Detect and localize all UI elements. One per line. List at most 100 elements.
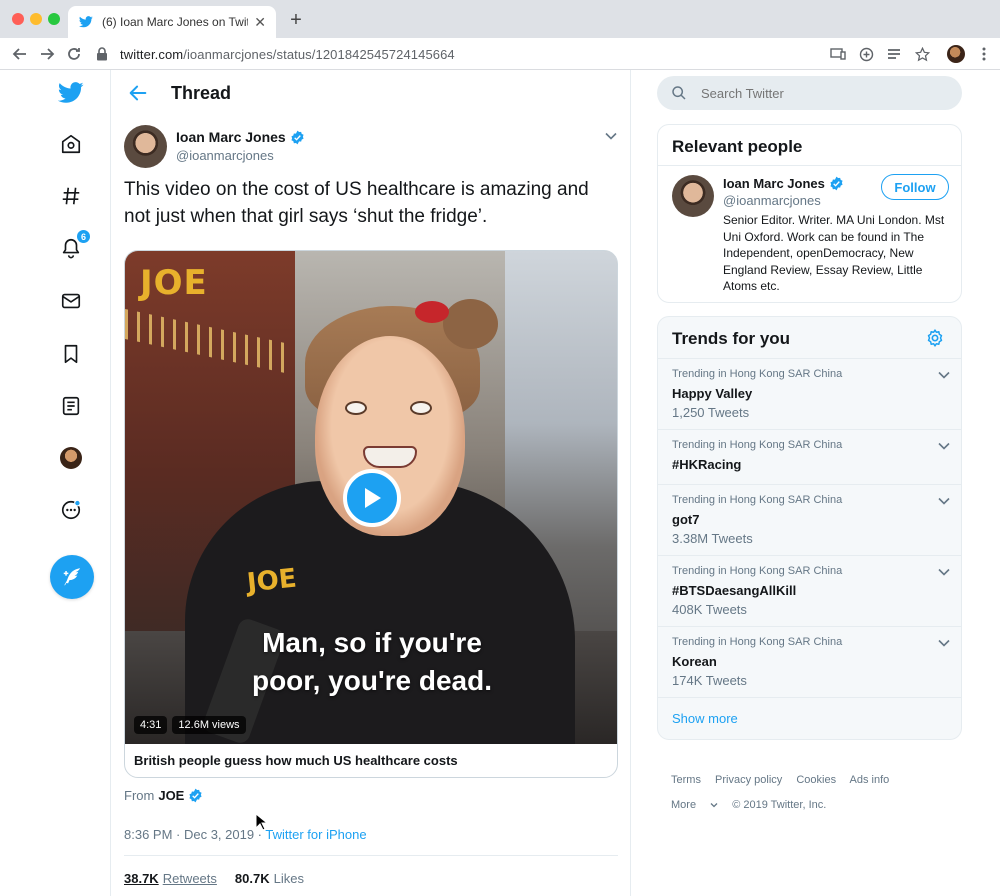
trend-context: Trending in Hong Kong SAR China xyxy=(672,565,843,577)
twitter-logo-icon[interactable] xyxy=(54,76,88,110)
video-meta: 4:31 12.6M views xyxy=(134,716,246,734)
chevron-down-icon[interactable] xyxy=(937,636,951,650)
feather-icon xyxy=(63,568,81,586)
divider xyxy=(124,855,618,856)
reading-list-icon[interactable] xyxy=(884,44,904,64)
author-handle[interactable]: @ioanmarcjones xyxy=(176,148,274,163)
footer-more-label: More xyxy=(671,799,697,811)
retweets-label: Retweets xyxy=(162,871,217,886)
divider xyxy=(658,165,961,166)
trend-context: Trending in Hong Kong SAR China xyxy=(672,368,843,380)
url-host: twitter.com xyxy=(120,46,184,62)
from-source-link[interactable]: JOE xyxy=(158,788,184,803)
footer-more-menu[interactable]: More xyxy=(671,799,718,811)
footer-terms-link[interactable]: Terms xyxy=(671,774,701,786)
video-source: From JOE xyxy=(124,788,203,803)
chevron-down-icon[interactable] xyxy=(937,565,951,579)
notifications-badge: 6 xyxy=(76,229,91,244)
tweet-author: Ioan Marc Jones @ioanmarcjones xyxy=(124,125,618,169)
profile-avatar[interactable] xyxy=(54,441,88,475)
trend-context: Trending in Hong Kong SAR China xyxy=(672,439,843,451)
video-views: 12.6M views xyxy=(172,716,246,734)
trend-item[interactable]: Trending in Hong Kong SAR China #HKRacin… xyxy=(658,429,961,484)
tweet-stats: 38.7K Retweets 80.7K Likes xyxy=(124,871,304,886)
tweet-text: This video on the cost of US healthcare … xyxy=(124,179,589,227)
trend-count: 3.38M Tweets xyxy=(672,531,753,546)
trends-title: Trends for you xyxy=(672,329,791,348)
trend-item[interactable]: Trending in Hong Kong SAR China #BTSDaes… xyxy=(658,555,961,626)
video-card[interactable]: JOE JOE Man, so if you're poor, you're d… xyxy=(124,250,618,778)
chevron-down-icon xyxy=(710,803,718,808)
coat-logo: JOE xyxy=(245,563,298,599)
from-label: From xyxy=(124,788,155,803)
trend-item[interactable]: Trending in Hong Kong SAR China Happy Va… xyxy=(658,358,961,429)
more-options-icon[interactable] xyxy=(54,493,88,527)
chevron-down-icon[interactable] xyxy=(604,129,618,143)
explore-hashtag-icon[interactable] xyxy=(54,179,88,213)
likes-stat[interactable]: 80.7K Likes xyxy=(235,871,304,886)
footer-privacy-link[interactable]: Privacy policy xyxy=(715,774,782,786)
browser-forward-icon[interactable] xyxy=(37,44,57,64)
window-zoom-button[interactable] xyxy=(48,13,60,25)
trend-count: 1,250 Tweets xyxy=(672,405,750,420)
new-tab-button[interactable]: + xyxy=(286,9,306,32)
play-button[interactable] xyxy=(343,469,401,527)
trend-name: #BTSDaesangAllKill xyxy=(672,583,797,598)
bookmarks-icon[interactable] xyxy=(54,337,88,371)
gear-icon[interactable] xyxy=(925,328,945,348)
browser-tab[interactable]: (6) Ioan Marc Jones on Twitter: "T ✕ xyxy=(68,6,276,38)
trends-panel: Trends for you Trending in Hong Kong SAR… xyxy=(657,316,962,740)
tweet-timestamp[interactable]: 8:36 PM · Dec 3, 2019 · xyxy=(124,827,262,842)
video-duration: 4:31 xyxy=(134,716,168,734)
relevant-handle[interactable]: @ioanmarcjones xyxy=(723,193,821,208)
verified-badge-icon xyxy=(189,788,202,803)
back-arrow-icon[interactable] xyxy=(127,82,149,104)
notifications-bell-icon[interactable]: 6 xyxy=(54,229,91,265)
browser-reload-icon[interactable] xyxy=(64,44,84,64)
footer-ads-link[interactable]: Ads info xyxy=(850,774,890,786)
show-more-link[interactable]: Show more xyxy=(672,711,738,726)
retweets-stat[interactable]: 38.7K Retweets xyxy=(124,871,217,886)
window-minimize-button[interactable] xyxy=(30,13,42,25)
tab-close-icon[interactable]: ✕ xyxy=(254,14,266,31)
video-title[interactable]: British people guess how much US healthc… xyxy=(134,753,458,768)
footer-copyright: © 2019 Twitter, Inc. xyxy=(732,799,827,811)
messages-envelope-icon[interactable] xyxy=(54,284,88,318)
add-extension-icon[interactable] xyxy=(856,44,876,64)
lists-icon[interactable] xyxy=(54,389,88,423)
trend-name: Happy Valley xyxy=(672,386,753,401)
browser-back-icon[interactable] xyxy=(10,44,30,64)
home-icon[interactable] xyxy=(54,127,88,161)
window-close-button[interactable] xyxy=(12,13,24,25)
address-bar[interactable]: twitter.com/ioanmarcjones/status/1201842… xyxy=(96,41,816,67)
compose-tweet-button[interactable] xyxy=(50,555,94,599)
search-box[interactable] xyxy=(657,76,962,110)
author-name-row[interactable]: Ioan Marc Jones xyxy=(176,129,305,145)
video-player[interactable]: JOE JOE Man, so if you're poor, you're d… xyxy=(125,251,617,744)
footer: Terms Privacy policy Cookies Ads info Mo… xyxy=(671,768,961,818)
twitter-favicon-icon xyxy=(78,14,94,30)
chevron-down-icon[interactable] xyxy=(937,439,951,453)
trend-item[interactable]: Trending in Hong Kong SAR China got7 3.3… xyxy=(658,484,961,555)
relevant-avatar[interactable] xyxy=(672,175,714,217)
video-subtitle-line-1: Man, so if you're xyxy=(262,627,482,658)
bookmark-star-icon[interactable] xyxy=(912,44,932,64)
trend-context: Trending in Hong Kong SAR China xyxy=(672,494,843,506)
video-subtitle-line-2: poor, you're dead. xyxy=(251,665,493,696)
browser-menu-icon[interactable] xyxy=(974,44,994,64)
chevron-down-icon[interactable] xyxy=(937,368,951,382)
author-avatar[interactable] xyxy=(124,125,167,168)
likes-label: Likes xyxy=(273,871,304,886)
thread-header: Thread xyxy=(111,70,631,116)
trend-item[interactable]: Trending in Hong Kong SAR China Korean 1… xyxy=(658,626,961,697)
chevron-down-icon[interactable] xyxy=(937,494,951,508)
url-path: /ioanmarcjones/status/120184254572414566… xyxy=(183,46,455,62)
trend-count: 174K Tweets xyxy=(672,673,747,688)
follow-button[interactable]: Follow xyxy=(881,174,949,200)
tweet-client-link[interactable]: Twitter for iPhone xyxy=(265,827,366,842)
search-input[interactable] xyxy=(701,85,931,101)
footer-cookies-link[interactable]: Cookies xyxy=(796,774,836,786)
cast-icon[interactable] xyxy=(828,44,848,64)
profile-avatar[interactable] xyxy=(946,44,966,64)
relevant-name-row[interactable]: Ioan Marc Jones xyxy=(723,176,844,191)
